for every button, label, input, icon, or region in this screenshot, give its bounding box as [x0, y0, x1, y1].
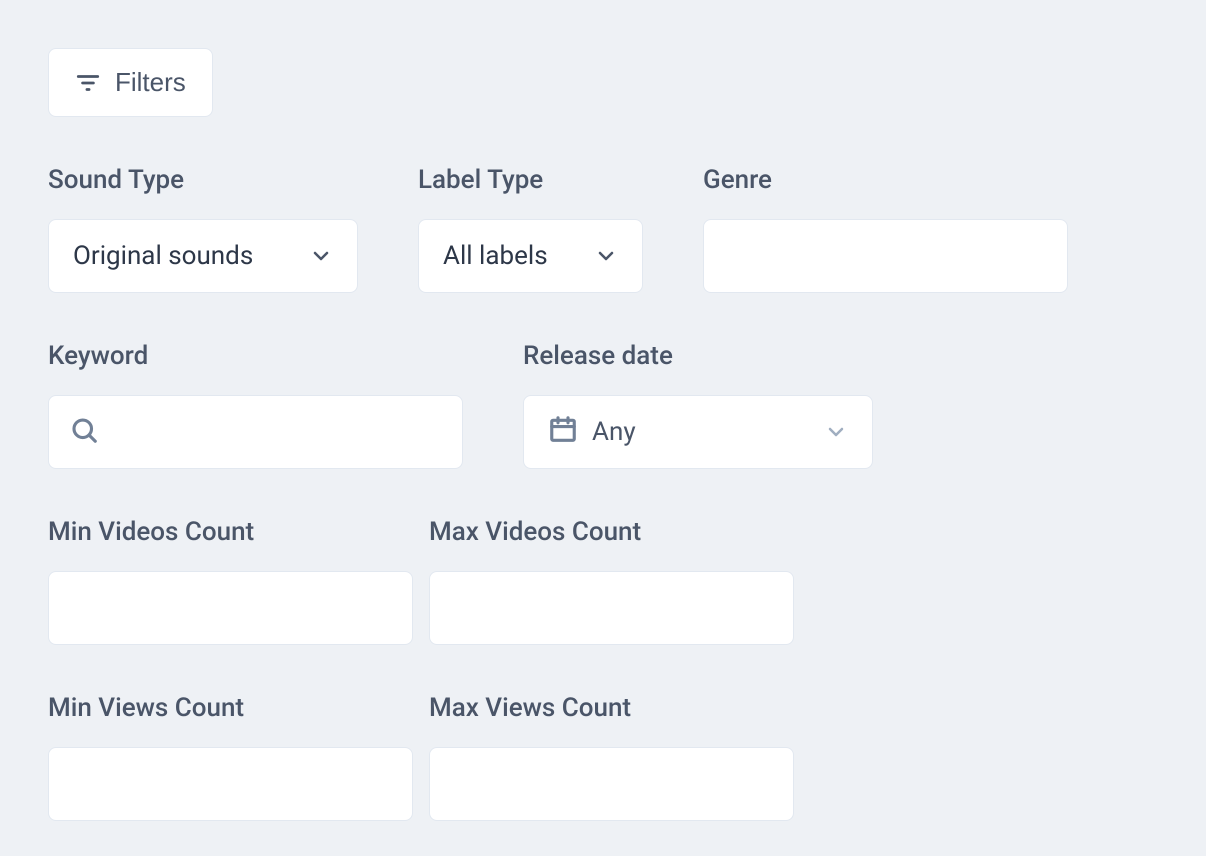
max-videos-input-wrapper — [429, 571, 794, 645]
sound-type-label: Sound Type — [48, 165, 358, 195]
genre-input-wrapper — [703, 219, 1068, 293]
sound-type-value: Original sounds — [73, 241, 289, 271]
max-videos-input[interactable] — [450, 593, 773, 624]
keyword-input[interactable] — [111, 417, 442, 448]
max-views-field: Max Views Count — [429, 693, 794, 821]
calendar-icon — [548, 414, 578, 451]
release-date-value: Any — [592, 417, 804, 447]
min-videos-input-wrapper — [48, 571, 413, 645]
min-videos-field: Min Videos Count — [48, 517, 413, 645]
release-date-select[interactable]: Any — [523, 395, 873, 469]
filter-icon — [75, 70, 101, 96]
filters-button-label: Filters — [115, 67, 186, 98]
min-views-label: Min Views Count — [48, 693, 413, 723]
max-views-label: Max Views Count — [429, 693, 794, 723]
genre-field: Genre — [703, 165, 1068, 293]
min-videos-input[interactable] — [69, 593, 392, 624]
min-views-input-wrapper — [48, 747, 413, 821]
sound-type-field: Sound Type Original sounds — [48, 165, 358, 293]
genre-label: Genre — [703, 165, 1068, 195]
keyword-input-wrapper — [48, 395, 463, 469]
chevron-down-icon — [824, 420, 848, 444]
min-views-field: Min Views Count — [48, 693, 413, 821]
label-type-field: Label Type All labels — [418, 165, 643, 293]
filters-button[interactable]: Filters — [48, 48, 213, 117]
max-videos-label: Max Videos Count — [429, 517, 794, 547]
min-videos-label: Min Videos Count — [48, 517, 413, 547]
chevron-down-icon — [309, 244, 333, 268]
label-type-select[interactable]: All labels — [418, 219, 643, 293]
max-views-input[interactable] — [450, 769, 773, 800]
search-icon — [69, 415, 99, 449]
label-type-value: All labels — [443, 241, 574, 271]
genre-input[interactable] — [724, 241, 1047, 272]
chevron-down-icon — [594, 244, 618, 268]
label-type-label: Label Type — [418, 165, 643, 195]
keyword-field: Keyword — [48, 341, 463, 469]
sound-type-select[interactable]: Original sounds — [48, 219, 358, 293]
release-date-field: Release date Any — [523, 341, 873, 469]
max-views-input-wrapper — [429, 747, 794, 821]
release-date-label: Release date — [523, 341, 873, 371]
min-views-input[interactable] — [69, 769, 392, 800]
max-videos-field: Max Videos Count — [429, 517, 794, 645]
keyword-label: Keyword — [48, 341, 463, 371]
